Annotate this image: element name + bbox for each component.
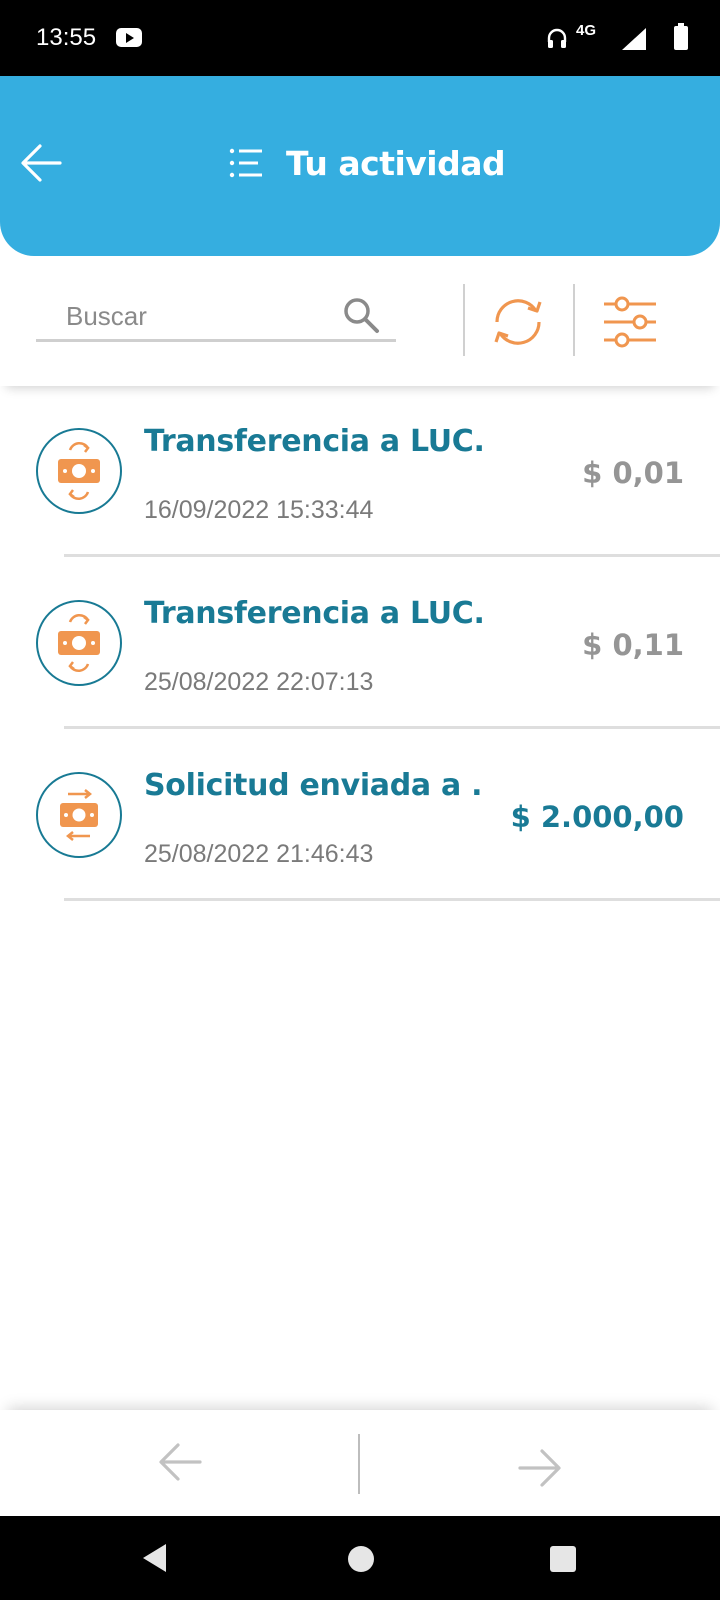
activity-item[interactable]: Transferencia a LUC... 16/09/2022 15:33:… <box>0 386 720 558</box>
activity-item[interactable]: Transferencia a LUC... 25/08/2022 22:07:… <box>0 558 720 730</box>
activity-title: Transferencia a LUC... <box>144 424 484 459</box>
list-icon <box>229 148 262 178</box>
page-title: Tu actividad <box>286 143 506 183</box>
back-arrow-icon[interactable] <box>18 140 64 186</box>
refresh-icon[interactable] <box>488 292 548 352</box>
search-icon[interactable] <box>342 296 380 334</box>
header-title-group: Tu actividad <box>228 140 506 186</box>
tools-row <box>0 256 720 386</box>
activity-item[interactable]: Solicitud enviada a ... 25/08/2022 21:46… <box>0 730 720 902</box>
network-type: 4G <box>575 22 596 39</box>
status-bar: 13:55 4G <box>0 0 720 76</box>
search-box <box>36 286 396 342</box>
activity-title: Transferencia a LUC... <box>144 596 484 631</box>
list-divider <box>64 726 720 729</box>
list-divider <box>64 554 720 557</box>
status-icons: 4G <box>510 22 690 52</box>
system-nav-bar <box>0 1516 720 1600</box>
list-divider <box>64 898 720 901</box>
search-input[interactable] <box>66 298 326 334</box>
battery-icon <box>674 23 688 50</box>
prev-arrow-icon[interactable] <box>150 1432 210 1492</box>
activity-list: Transferencia a LUC... 16/09/2022 15:33:… <box>0 386 720 902</box>
signal-icon <box>622 28 646 50</box>
activity-date: 16/09/2022 15:33:44 <box>144 496 374 524</box>
nav-back-icon[interactable] <box>140 1542 170 1574</box>
activity-screen: 13:55 4G Tu actividad Buscar Transferenc… <box>0 0 720 1600</box>
activity-amount: $ 2.000,00 <box>510 800 684 834</box>
nav-home-icon[interactable] <box>348 1546 374 1572</box>
headset-icon <box>547 28 567 48</box>
youtube-icon <box>116 28 142 47</box>
activity-amount: $ 0,11 <box>582 628 684 662</box>
tools-divider <box>573 284 575 356</box>
activity-date: 25/08/2022 22:07:13 <box>144 668 374 696</box>
status-time: 13:55 <box>36 24 97 51</box>
activity-date: 25/08/2022 21:46:43 <box>144 840 374 868</box>
tools-divider <box>463 284 465 356</box>
pager-divider <box>358 1434 360 1494</box>
nav-recents-icon[interactable] <box>550 1546 576 1572</box>
transfer-money-icon <box>36 428 122 514</box>
activity-title: Solicitud enviada a ... <box>144 768 484 803</box>
request-money-icon <box>36 772 122 858</box>
filter-sliders-icon[interactable] <box>600 292 660 352</box>
app-header: Tu actividad <box>0 76 720 256</box>
next-arrow-icon[interactable] <box>510 1438 570 1498</box>
activity-amount: $ 0,01 <box>582 456 684 490</box>
transfer-money-icon <box>36 600 122 686</box>
pager <box>0 1410 720 1516</box>
